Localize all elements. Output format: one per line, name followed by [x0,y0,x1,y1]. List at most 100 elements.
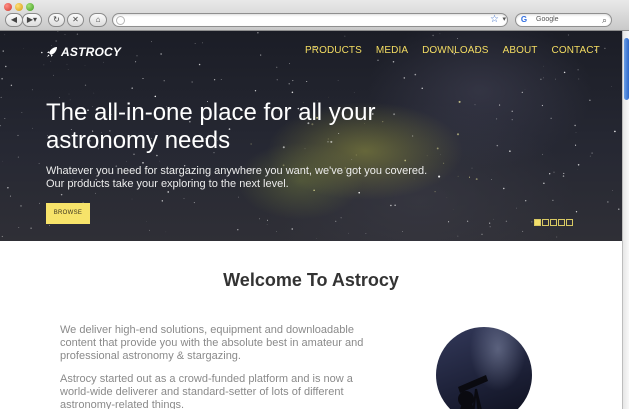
welcome-heading: Welcome To Astrocy [223,270,399,290]
star [555,78,557,80]
google-engine-icon[interactable]: G [519,15,529,25]
star [556,236,558,238]
main-nav: PRODUCTS MEDIA DOWNLOADS ABOUT CONTACT [305,44,600,58]
star [126,161,127,162]
stop-button[interactable]: ✕ [67,13,84,27]
star [49,225,50,226]
slide-dot-5[interactable] [566,219,573,226]
star [607,201,609,203]
star [496,144,499,147]
star [142,162,144,164]
star [439,33,441,35]
star [31,89,33,91]
back-button[interactable]: ◀ [5,13,23,27]
forward-button[interactable]: ▶▾ [22,13,42,27]
star [32,127,33,129]
star [509,150,511,152]
url-history-dropdown-icon[interactable]: ▾ [502,14,506,26]
slide-dot-1[interactable] [534,219,541,226]
star [553,171,555,173]
star [468,176,471,178]
star [353,92,355,93]
star [5,65,7,68]
star [39,202,40,204]
star [161,200,163,202]
star [543,182,545,184]
nav-about[interactable]: ABOUT [503,44,538,58]
page-scrollbar[interactable] [622,31,629,409]
star [213,79,216,81]
search-icon[interactable]: ⌕ [602,14,607,26]
star [489,226,491,228]
star [50,60,52,62]
logo-text: ASTROCY [61,45,122,59]
window-zoom-button[interactable] [26,3,34,11]
star [43,64,45,66]
star [549,173,551,175]
star [149,229,150,231]
bookmark-star-icon[interactable]: ☆ [490,14,499,26]
star [443,162,445,164]
window-minimize-button[interactable] [15,3,23,11]
slide-dot-4[interactable] [558,219,565,226]
slide-dot-3[interactable] [550,219,557,226]
star [403,77,406,79]
browse-button[interactable]: BROWSE [46,203,90,224]
star [541,104,543,107]
search-bar[interactable]: G Google ⌕ [515,13,612,27]
star [288,63,291,65]
reload-icon: ↻ [53,15,60,24]
star [41,51,43,54]
window-close-button[interactable] [4,3,12,11]
star [340,217,342,219]
star [550,117,552,119]
star [489,222,491,224]
star [275,231,277,233]
star [337,79,339,81]
star [578,78,580,80]
star [574,124,576,127]
star [466,220,469,222]
nav-downloads[interactable]: DOWNLOADS [422,44,488,58]
reload-button[interactable]: ↻ [48,13,65,27]
star [522,230,524,232]
star [257,32,259,34]
url-bar[interactable]: ☆ ▾ [112,13,508,27]
star [575,132,577,133]
star [563,172,565,174]
nav-media[interactable]: MEDIA [376,44,408,58]
star [589,155,591,157]
star [103,61,104,63]
home-button[interactable]: ⌂ [89,13,107,27]
star [591,152,593,154]
star [577,164,580,166]
star [254,90,257,92]
star [191,81,193,83]
scrollbar-thumb[interactable] [624,38,629,100]
site-logo[interactable]: ASTROCY [46,45,121,59]
slider-pagination [534,219,573,226]
stop-icon: ✕ [72,15,79,24]
star [291,228,293,230]
star [496,118,498,120]
star [20,205,22,207]
star [481,233,483,235]
star [414,73,417,76]
star [9,195,11,197]
star [238,196,239,198]
star [432,34,434,37]
star [457,235,459,237]
star [291,91,294,94]
star [394,204,396,206]
nav-contact[interactable]: CONTACT [552,44,600,58]
star [511,119,513,121]
slide-dot-2[interactable] [542,219,549,226]
star [618,208,620,210]
star [4,117,6,120]
nav-products[interactable]: PRODUCTS [305,44,362,58]
star [499,104,501,106]
star [160,53,162,55]
star [604,47,606,50]
star [365,233,367,234]
star [17,156,19,158]
